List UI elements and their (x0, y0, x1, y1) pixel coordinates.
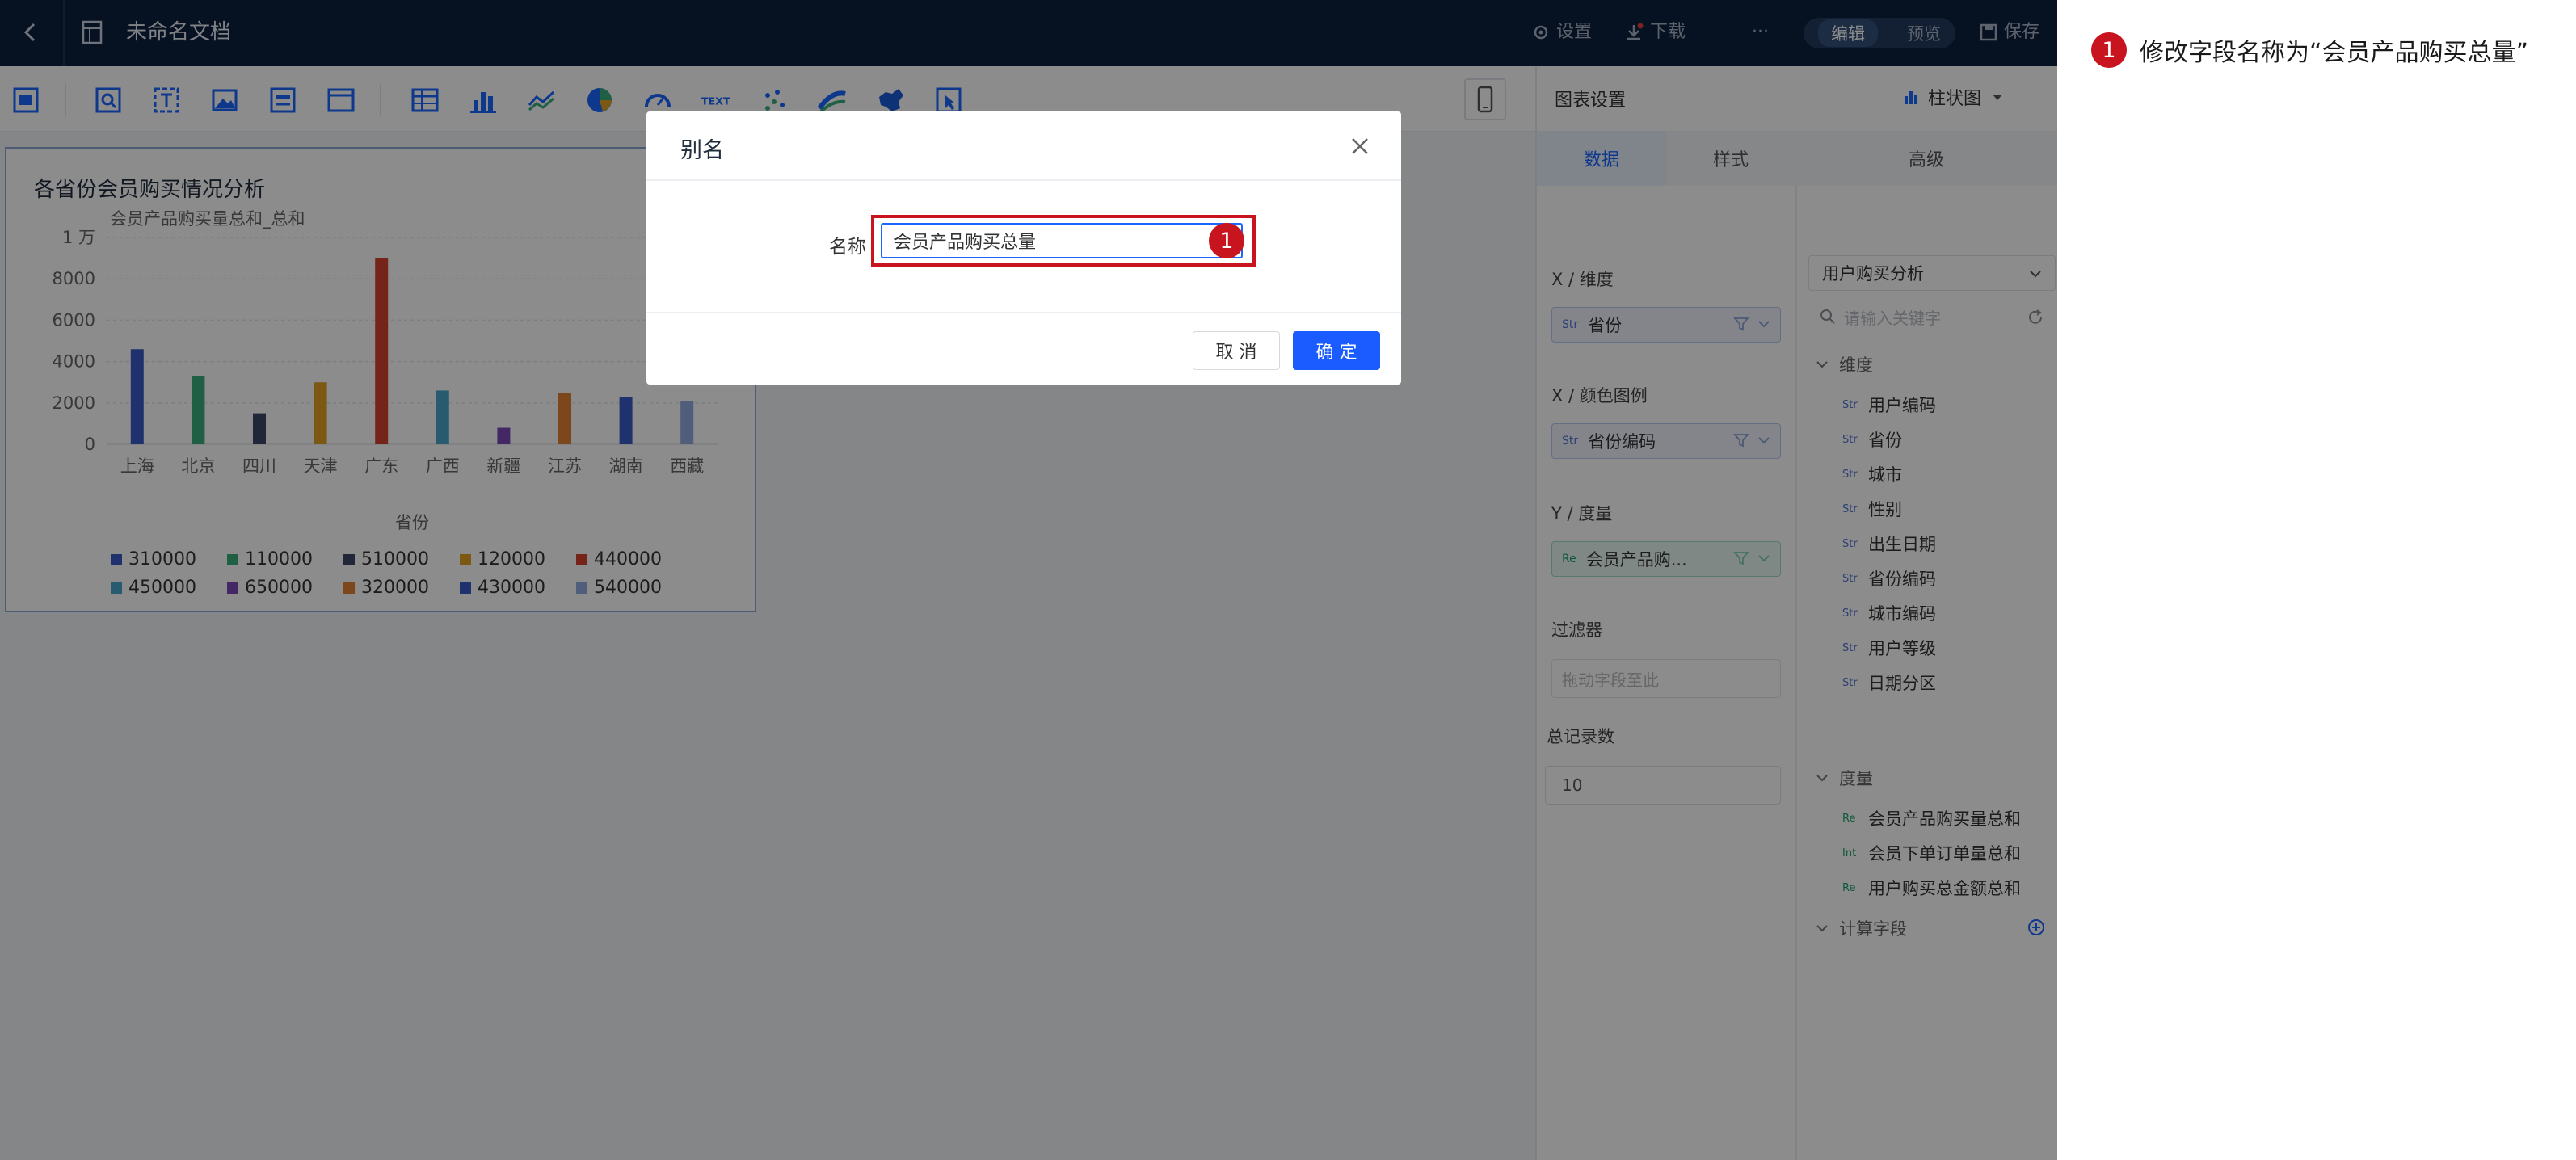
alias-dialog: 别名 名称 1 取 消 确 定 (646, 111, 1401, 385)
dialog-divider (646, 179, 1401, 181)
step-badge: 1 (1209, 223, 1244, 258)
annotation: 1 修改字段名称为“会员产品购买总量” (2091, 32, 2528, 68)
alias-name-input[interactable] (881, 223, 1243, 258)
close-icon[interactable] (1348, 134, 1372, 158)
dialog-divider (646, 312, 1401, 313)
dialog-title: 别名 (680, 138, 724, 163)
annotation-badge: 1 (2091, 32, 2127, 68)
app-window: 未命名文档 设置 下载 ··· 编辑 预览 保存 TEXT 各省份会员购买情况分… (0, 0, 2057, 1160)
name-label: 名称 (829, 237, 866, 258)
annotation-text: 修改字段名称为“会员产品购买总量” (2140, 39, 2529, 67)
confirm-button[interactable]: 确 定 (1293, 331, 1380, 370)
cancel-button[interactable]: 取 消 (1193, 331, 1280, 370)
